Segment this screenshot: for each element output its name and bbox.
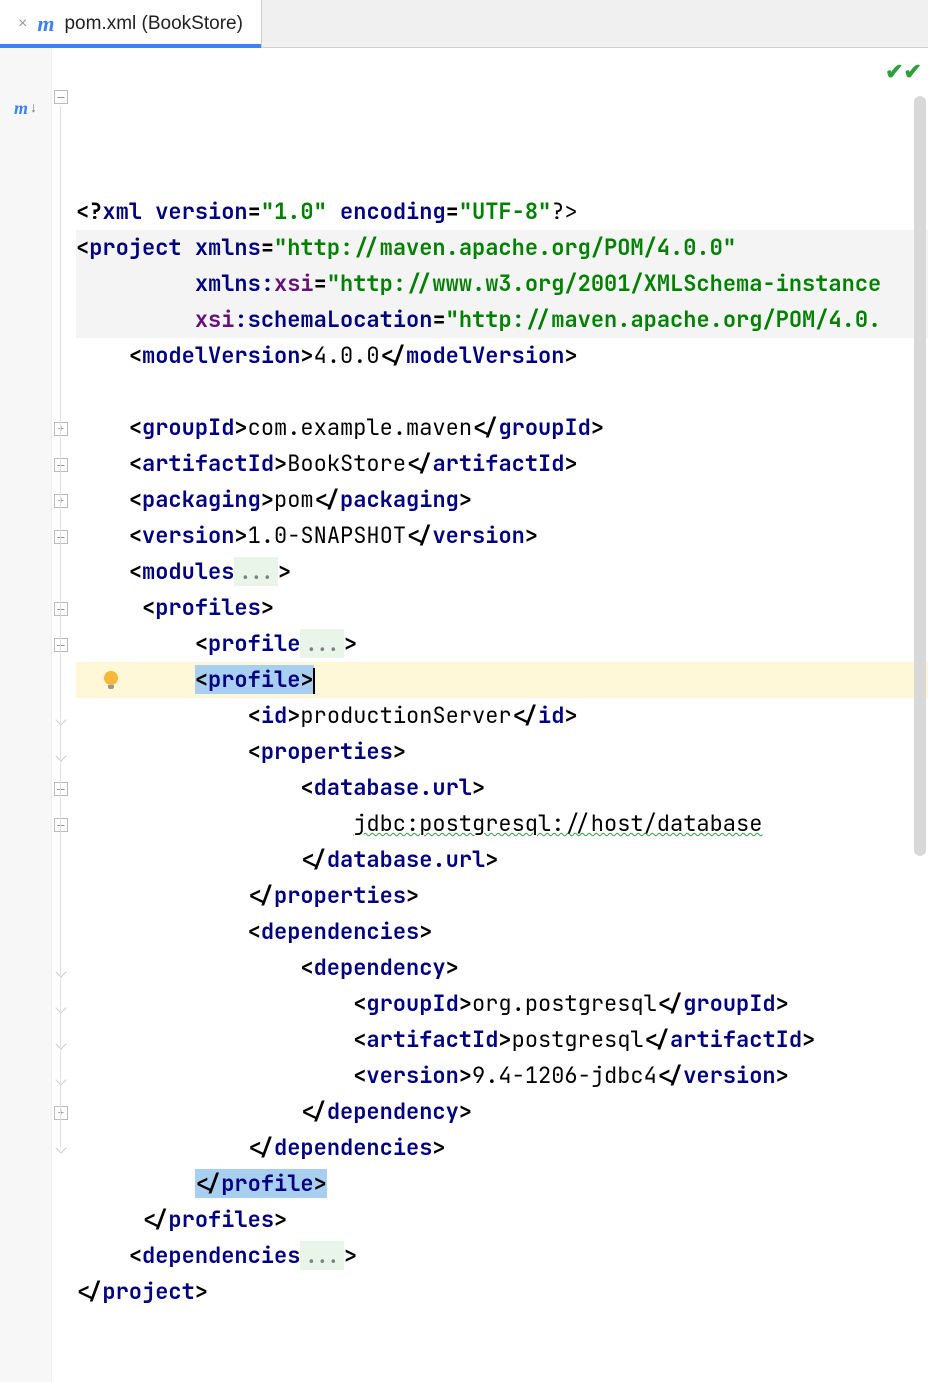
fold-end-icon	[55, 750, 66, 761]
fold-toggle[interactable]	[54, 494, 68, 508]
code-line[interactable]: </profiles>	[76, 1202, 928, 1238]
fold-toggle[interactable]	[54, 530, 68, 544]
code-line[interactable]: <profile...>	[76, 626, 928, 662]
code-line[interactable]: </properties>	[76, 878, 928, 914]
code-line[interactable]: <artifactId>BookStore</artifactId>	[76, 446, 928, 482]
fold-toggle[interactable]	[54, 818, 68, 832]
fold-line	[60, 106, 61, 1148]
code-line[interactable]: <properties>	[76, 734, 928, 770]
fold-toggle[interactable]	[54, 458, 68, 472]
fold-end-icon	[55, 966, 66, 977]
code-line[interactable]: <dependencies...>	[76, 1238, 928, 1274]
code-editor[interactable]: ✔✔ <?xml version="1.0" encoding="UTF-8"?…	[72, 48, 928, 1382]
code-line[interactable]: <profile>	[76, 662, 928, 698]
inspection-ok-icon[interactable]: ✔✔	[885, 54, 922, 90]
fold-gutter	[52, 48, 72, 1382]
code-line[interactable]: jdbc:postgresql://host/database	[76, 806, 928, 842]
text-cursor	[313, 668, 315, 694]
code-line[interactable]: </database.url>	[76, 842, 928, 878]
fold-end-icon	[55, 1074, 66, 1085]
tab-title: pom.xml (BookStore)	[64, 13, 242, 35]
vertical-scrollbar[interactable]	[914, 96, 926, 856]
code-line[interactable]: <groupId>org.postgresql</groupId>	[76, 986, 928, 1022]
code-line[interactable]: <groupId>com.example.maven</groupId>	[76, 410, 928, 446]
code-line[interactable]: <version>9.4-1206-jdbc4</version>	[76, 1058, 928, 1094]
code-line[interactable]: <?xml version="1.0" encoding="UTF-8"?>	[76, 194, 928, 230]
code-line[interactable]: <version>1.0-SNAPSHOT</version>	[76, 518, 928, 554]
code-line[interactable]: <database.url>	[76, 770, 928, 806]
code-line[interactable]: <profiles>	[76, 590, 928, 626]
fold-end-icon	[55, 1038, 66, 1049]
code-line[interactable]: xmlns:xsi="http://www.w3.org/2001/XMLSch…	[76, 266, 928, 302]
code-line[interactable]: <modules...>	[76, 554, 928, 590]
code-line[interactable]: xsi:schemaLocation="http://maven.apache.…	[76, 302, 928, 338]
fold-end-icon	[55, 1142, 66, 1153]
code-line[interactable]: <artifactId>postgresql</artifactId>	[76, 1022, 928, 1058]
maven-gutter-icon[interactable]: m↓	[14, 98, 37, 119]
code-line[interactable]: <modelVersion>4.0.0</modelVersion>	[76, 338, 928, 374]
code-line[interactable]: <id>productionServer</id>	[76, 698, 928, 734]
code-line[interactable]: <project xmlns="http://maven.apache.org/…	[76, 230, 928, 266]
close-icon[interactable]: ×	[18, 15, 27, 33]
code-line[interactable]: </profile>	[76, 1166, 928, 1202]
code-line[interactable]: <dependencies>	[76, 914, 928, 950]
fold-end-icon	[55, 714, 66, 725]
fold-toggle[interactable]	[54, 638, 68, 652]
code-line[interactable]: </dependencies>	[76, 1130, 928, 1166]
fold-end-icon	[55, 1002, 66, 1013]
fold-toggle[interactable]	[54, 422, 68, 436]
code-line[interactable]: <packaging>pom</packaging>	[76, 482, 928, 518]
maven-file-icon: m	[37, 11, 54, 37]
tab-bar: × m pom.xml (BookStore)	[0, 0, 928, 48]
code-line[interactable]: </dependency>	[76, 1094, 928, 1130]
gutter: m↓	[0, 48, 52, 1382]
intention-bulb-icon[interactable]	[102, 671, 120, 689]
code-line[interactable]: <dependency>	[76, 950, 928, 986]
code-line[interactable]	[76, 374, 928, 410]
fold-toggle[interactable]	[54, 782, 68, 796]
fold-toggle[interactable]	[54, 90, 68, 104]
fold-toggle[interactable]	[54, 602, 68, 616]
code-line[interactable]: </project>	[76, 1274, 928, 1310]
fold-toggle[interactable]	[54, 1106, 68, 1120]
editor-tab-pom[interactable]: × m pom.xml (BookStore)	[0, 0, 262, 47]
